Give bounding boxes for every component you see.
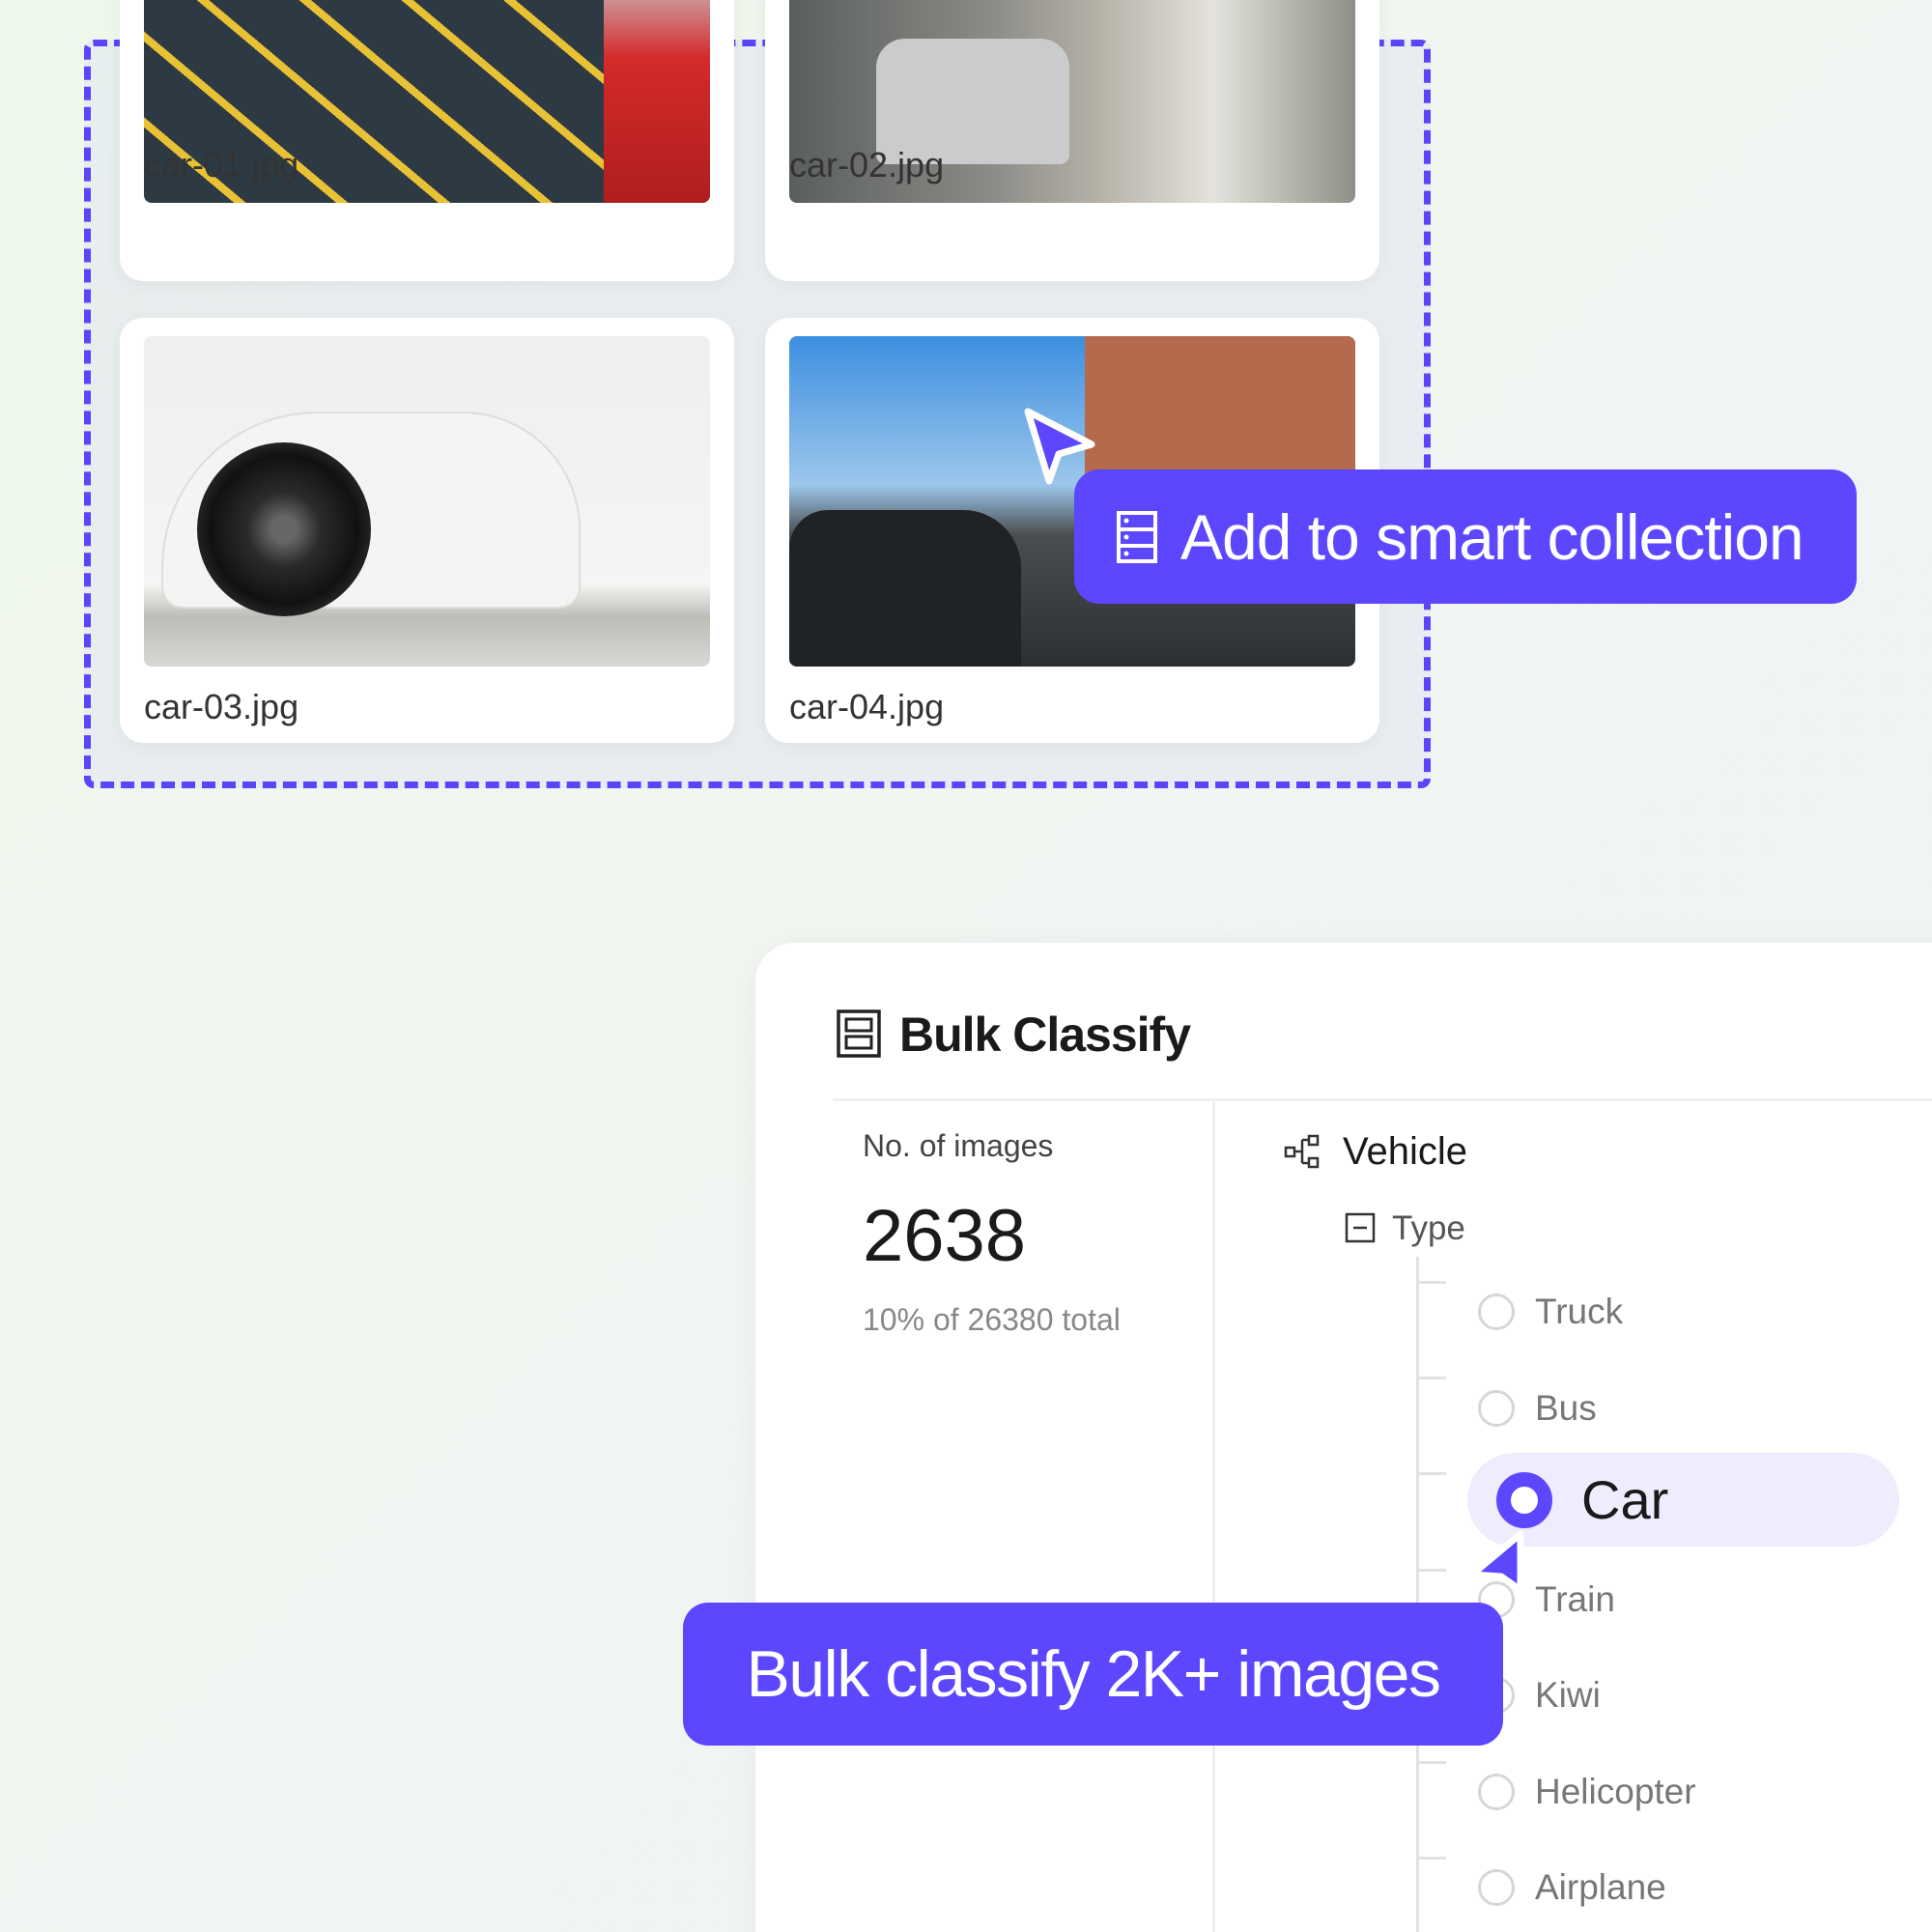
bulk-classify-icon [837, 1009, 881, 1058]
category-label: Vehicle [1343, 1130, 1467, 1173]
cursor-icon [1468, 1530, 1524, 1594]
radio-button[interactable] [1478, 1390, 1515, 1427]
add-to-smart-collection-label: Add to smart collection [1180, 500, 1804, 573]
radio-button-selected[interactable] [1496, 1471, 1552, 1528]
image-filename: car-04.jpg [789, 687, 945, 726]
image-card[interactable]: car-01.jpg [120, 0, 734, 281]
image-card[interactable]: car-03.jpg [120, 318, 734, 743]
tree-branch [1417, 1281, 1446, 1284]
option-label: Helicopter [1535, 1772, 1696, 1811]
tree-branch [1417, 1761, 1446, 1764]
bulk-classify-callout-label: Bulk classify 2K+ images [746, 1637, 1441, 1711]
tree-branch [1417, 1857, 1446, 1860]
tree-branch [1417, 1569, 1446, 1572]
add-to-smart-collection-button[interactable]: Add to smart collection [1074, 469, 1857, 604]
option-helicopter[interactable]: Helicopter [1478, 1763, 1696, 1821]
hierarchy-icon [1284, 1134, 1320, 1169]
option-airplane[interactable]: Airplane [1478, 1859, 1666, 1917]
collapse-icon[interactable] [1345, 1212, 1376, 1243]
panel-title: Bulk Classify [899, 1008, 1191, 1062]
divider [833, 1098, 1932, 1101]
option-label: Truck [1535, 1292, 1624, 1331]
tree-branch [1417, 1472, 1446, 1475]
images-count-subtext: 10% of 26380 total [863, 1302, 1121, 1337]
option-label: Kiwi [1535, 1675, 1601, 1715]
image-thumbnail [144, 336, 710, 667]
radio-button[interactable] [1478, 1869, 1515, 1906]
group-label: Type [1392, 1209, 1465, 1247]
option-label: Bus [1535, 1388, 1597, 1428]
option-truck[interactable]: Truck [1478, 1283, 1623, 1341]
bulk-classify-callout[interactable]: Bulk classify 2K+ images [683, 1603, 1503, 1746]
option-label: Car [1581, 1469, 1669, 1530]
image-card[interactable]: car-02.jpg [765, 0, 1379, 281]
tree-branch [1417, 1377, 1446, 1379]
bulk-classify-panel [755, 943, 1932, 1932]
collection-icon [1117, 510, 1157, 563]
images-count-value: 2638 [863, 1195, 1027, 1277]
divider [1212, 1101, 1215, 1932]
option-bus[interactable]: Bus [1478, 1379, 1597, 1437]
option-label: Train [1535, 1579, 1615, 1619]
tree-line [1416, 1257, 1419, 1932]
image-filename: car-03.jpg [144, 687, 299, 726]
image-filename: car-02.jpg [789, 145, 945, 185]
radio-button[interactable] [1478, 1774, 1515, 1810]
images-count-label: No. of images [863, 1128, 1054, 1163]
radio-button[interactable] [1478, 1293, 1515, 1330]
image-filename: car-01.jpg [144, 145, 299, 185]
option-label: Airplane [1535, 1867, 1666, 1907]
